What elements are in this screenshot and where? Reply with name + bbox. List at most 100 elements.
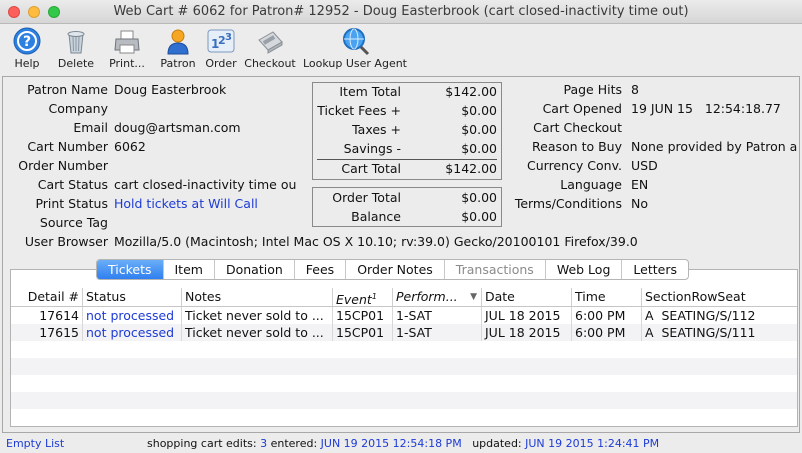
column-event-label: Event	[336, 292, 372, 306]
ticket-fees-label: Ticket Fees +	[317, 103, 401, 118]
tab-letters[interactable]: Letters	[622, 260, 688, 279]
cart-total-label: Cart Total	[341, 161, 401, 176]
patron-name-value[interactable]: Doug Easterbrook	[114, 82, 226, 97]
cart-status-value[interactable]: cart closed-inactivity time ou	[114, 177, 300, 192]
row-seat: A SEATING/S/111	[645, 325, 756, 340]
tab-donation[interactable]: Donation	[215, 260, 295, 279]
toolbar: ? Help Delete Print... Patron 1 2 3 Orde…	[0, 24, 802, 76]
empty-row	[11, 392, 797, 409]
patron-button[interactable]: Patron	[158, 26, 198, 74]
empty-row	[11, 358, 797, 375]
column-detail-number[interactable]: Detail #	[11, 288, 83, 306]
reason-to-buy-label: Reason to Buy	[532, 139, 622, 154]
checkout-button[interactable]: Checkout	[244, 26, 296, 74]
tab-order-notes[interactable]: Order Notes	[346, 260, 445, 279]
print-status-label: Print Status	[35, 196, 108, 211]
lookup-user-agent-button[interactable]: Lookup User Agent	[302, 26, 408, 74]
user-browser-value[interactable]: Mozilla/5.0 (Macintosh; Intel Mac OS X 1…	[114, 234, 638, 249]
language-value: EN	[631, 177, 649, 192]
row-detail: 17614	[11, 307, 83, 324]
page-hits-value: 8	[631, 82, 639, 97]
svg-text:?: ?	[23, 34, 31, 50]
print-button[interactable]: Print...	[106, 26, 148, 74]
order-button[interactable]: 1 2 3 Order	[202, 26, 240, 74]
column-perform[interactable]: Perform... ▼	[393, 288, 482, 306]
cart-number-label: Cart Number	[27, 139, 108, 154]
row-date: JUL 18 2015	[482, 307, 572, 324]
page-hits-label: Page Hits	[563, 82, 622, 97]
taxes-value: $0.00	[461, 122, 497, 137]
row-event: 15CP01	[333, 307, 393, 324]
order-total-value: $0.00	[461, 190, 497, 205]
tab-transactions: Transactions	[445, 260, 546, 279]
trash-icon	[67, 31, 85, 54]
table-row[interactable]: 17614 not processed Ticket never sold to…	[11, 307, 797, 324]
item-total-value: $142.00	[445, 84, 497, 99]
terms-value: No	[631, 196, 648, 211]
taxes-label: Taxes +	[352, 122, 401, 137]
numbers-icon: 1 2 3	[207, 29, 235, 53]
title-bar: Web Cart # 6062 for Patron# 12952 - Doug…	[0, 0, 802, 24]
empty-list-link[interactable]: Empty List	[6, 437, 64, 450]
order-total-label: Order Total	[332, 190, 401, 205]
savings-value: $0.00	[461, 141, 497, 156]
entered-value: JUN 19 2015 12:54:18 PM	[320, 437, 462, 450]
tab-item[interactable]: Item	[164, 260, 215, 279]
help-label: Help	[14, 57, 40, 70]
cart-checkout-label: Cart Checkout	[533, 120, 622, 135]
column-date[interactable]: Date	[482, 288, 572, 306]
edits-label: shopping cart edits:	[147, 437, 257, 450]
language-label: Language	[560, 177, 622, 192]
row-seat: A SEATING/S/112	[645, 308, 756, 323]
help-button[interactable]: ? Help	[8, 26, 46, 74]
delete-button[interactable]: Delete	[56, 26, 96, 74]
column-time[interactable]: Time	[572, 288, 642, 306]
person-icon	[167, 29, 189, 55]
row-status: not processed	[83, 307, 182, 324]
currency-value: USD	[631, 158, 658, 173]
checkout-label: Checkout	[244, 57, 296, 70]
tab-web-log[interactable]: Web Log	[546, 260, 623, 279]
column-notes[interactable]: Notes	[182, 288, 333, 306]
reason-to-buy-value: None provided by Patron a	[631, 139, 798, 154]
row-event: 15CP01	[333, 324, 393, 341]
magnifier-globe-icon	[343, 28, 370, 56]
print-status-value[interactable]: Hold tickets at Will Call	[114, 196, 258, 211]
company-label: Company	[48, 101, 108, 116]
window-title: Web Cart # 6062 for Patron# 12952 - Doug…	[113, 4, 689, 19]
patron-name-label: Patron Name	[27, 82, 108, 97]
delete-label: Delete	[57, 57, 95, 70]
cart-number-value[interactable]: 6062	[114, 139, 146, 154]
updated-label: updated:	[472, 437, 522, 450]
card-reader-icon	[258, 31, 283, 54]
patron-label: Patron	[160, 57, 196, 70]
empty-row	[11, 409, 797, 426]
row-perform: 1-SAT	[393, 324, 482, 341]
row-perform: 1-SAT	[393, 307, 482, 324]
row-date: JUL 18 2015	[482, 324, 572, 341]
row-detail: 17615	[11, 324, 83, 341]
balance-value: $0.00	[461, 209, 497, 224]
totals-box: Item Total $142.00 Ticket Fees + $0.00 T…	[312, 82, 502, 180]
sort-descending-icon: ▼	[470, 292, 477, 302]
tab-fees[interactable]: Fees	[295, 260, 347, 279]
row-notes: Ticket never sold to ...	[182, 307, 333, 324]
currency-label: Currency Conv.	[527, 158, 622, 173]
column-section-row-seat[interactable]: SectionRowSeat	[642, 288, 797, 306]
tickets-table: Detail # Status Notes Event1 Perform... …	[10, 269, 798, 427]
empty-row	[11, 341, 797, 358]
table-row[interactable]: 17615 not processed Ticket never sold to…	[11, 324, 797, 341]
email-label: Email	[73, 120, 108, 135]
column-event[interactable]: Event1	[333, 288, 393, 306]
user-browser-label: User Browser	[24, 234, 108, 249]
column-status[interactable]: Status	[83, 288, 182, 306]
help-icon: ?	[13, 27, 41, 55]
row-notes: Ticket never sold to ...	[182, 324, 333, 341]
empty-row	[11, 375, 797, 392]
cart-opened-value: 19 JUN 15 12:54:18.77	[631, 101, 781, 116]
row-time: 6:00 PM	[572, 307, 642, 324]
print-label: Print...	[109, 57, 145, 70]
email-value[interactable]: doug@artsman.com	[114, 120, 241, 135]
item-total-label: Item Total	[339, 84, 401, 99]
tab-tickets[interactable]: Tickets	[97, 260, 164, 279]
